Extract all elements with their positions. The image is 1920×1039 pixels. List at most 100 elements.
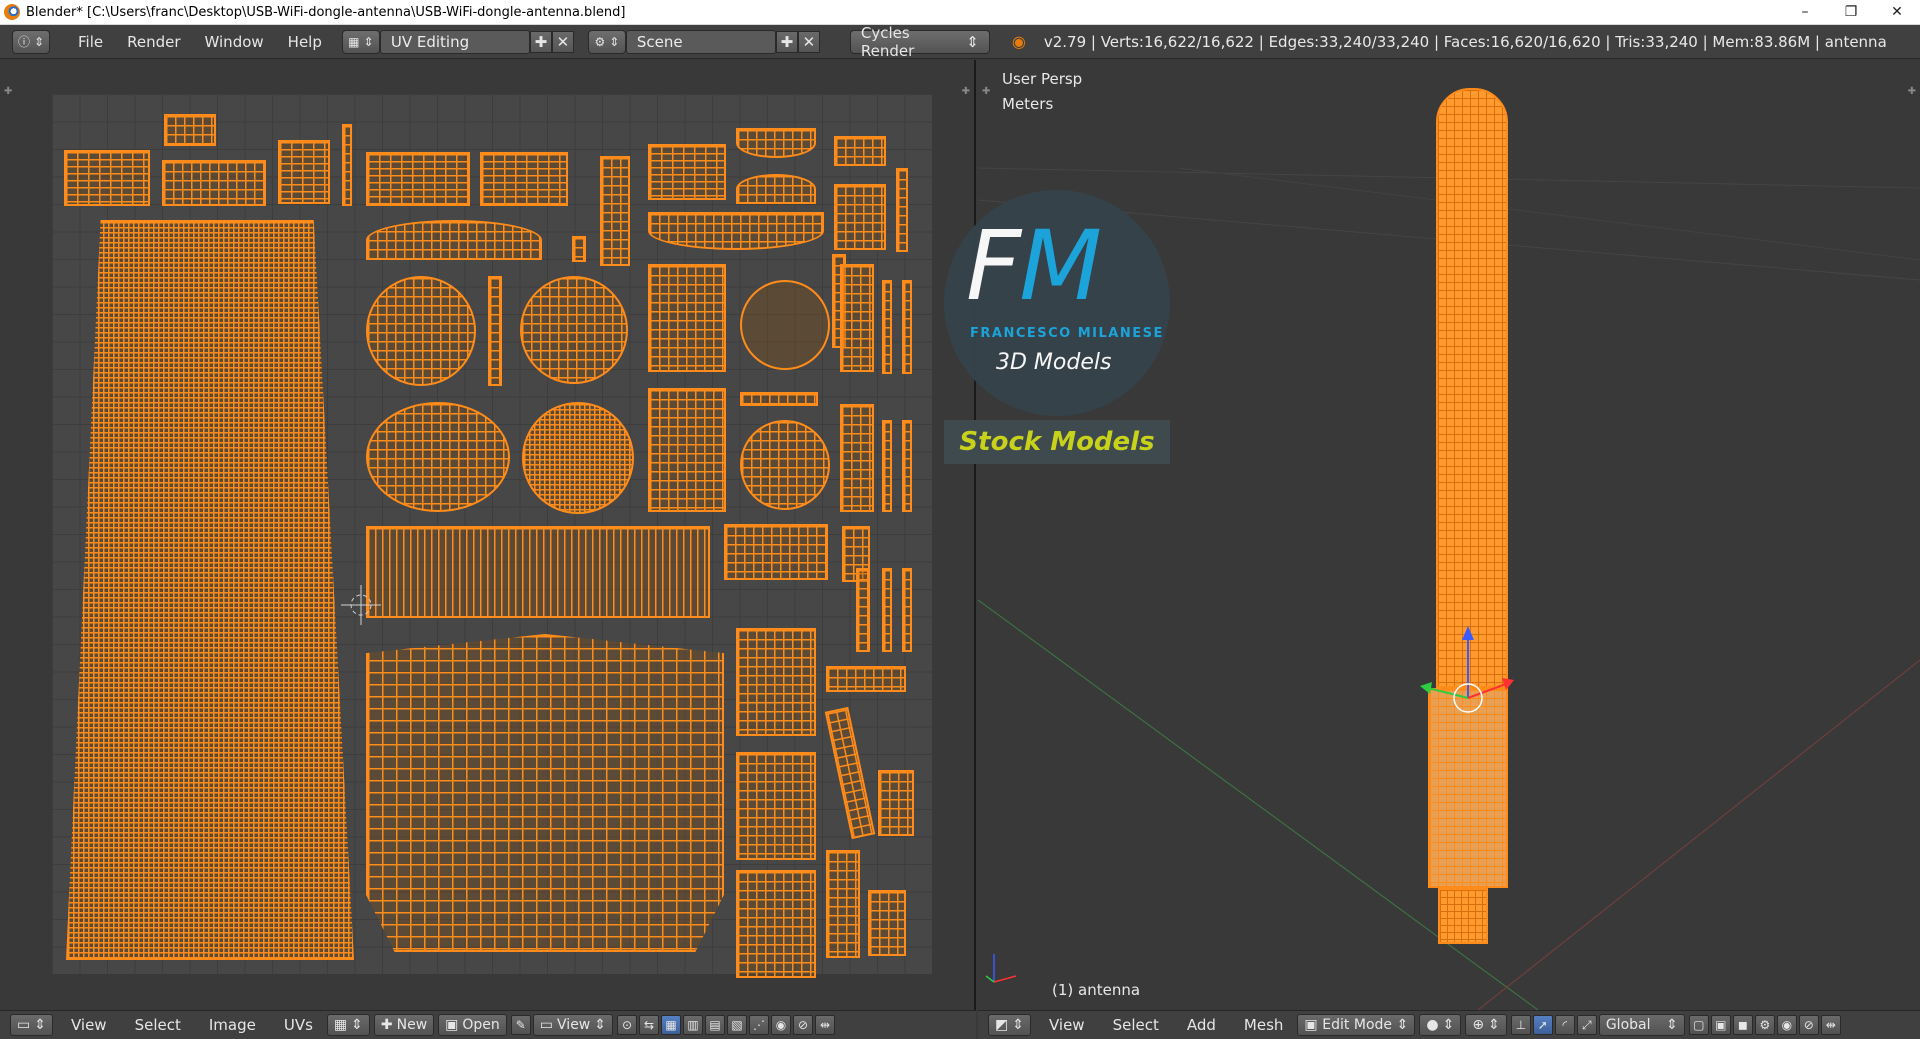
uv-menu-select[interactable]: Select — [121, 1016, 195, 1034]
vp-menu-add[interactable]: Add — [1173, 1016, 1230, 1034]
uv-island[interactable] — [64, 150, 150, 206]
scene-field[interactable]: Scene — [625, 29, 776, 54]
uv-island[interactable] — [882, 568, 892, 652]
uv-island-circle[interactable] — [522, 402, 634, 514]
scale-manipulator-icon[interactable]: ⤢ — [1576, 1015, 1597, 1035]
uv-island[interactable] — [600, 156, 630, 266]
uv-island[interactable] — [878, 770, 914, 836]
orientation-dropdown[interactable]: Global ⇕ — [1598, 1014, 1685, 1036]
uv-menu-view[interactable]: View — [57, 1016, 121, 1034]
shading-dropdown[interactable]: ● ⇕ — [1419, 1014, 1462, 1036]
view-mode-dropdown[interactable]: ▭ View ⇕ — [532, 1014, 613, 1036]
uv-island[interactable] — [164, 114, 216, 146]
uv-island[interactable] — [724, 524, 828, 580]
viewport-editor-type-button[interactable]: ◩ ⇕ — [988, 1014, 1031, 1036]
vp-menu-mesh[interactable]: Mesh — [1230, 1016, 1298, 1034]
close-button[interactable]: ✕ — [1874, 0, 1920, 25]
uv-menu-image[interactable]: Image — [195, 1016, 270, 1034]
3d-viewport[interactable]: ✚ ✚ User Persp Meters (1) antenna — [978, 60, 1920, 1010]
menu-render[interactable]: Render — [115, 33, 192, 51]
add-scene-button[interactable]: ✚ — [775, 30, 798, 53]
delete-screen-button[interactable]: ✕ — [551, 30, 574, 53]
uv-island[interactable] — [882, 420, 892, 512]
sync-selection-icon[interactable]: ⇆ — [639, 1015, 659, 1035]
uv-island-circle[interactable] — [740, 420, 830, 510]
vp-menu-select[interactable]: Select — [1099, 1016, 1173, 1034]
uv-island-wide-strip[interactable] — [366, 526, 710, 618]
screen-layout-field[interactable]: UV Editing — [379, 29, 530, 54]
uv-island[interactable] — [736, 628, 816, 736]
uv-island[interactable] — [736, 752, 816, 860]
snap-icon[interactable]: ⊘ — [793, 1015, 813, 1035]
uv-island-fan[interactable] — [366, 634, 724, 952]
uv-island[interactable] — [648, 212, 824, 250]
uv-island-circle[interactable] — [740, 280, 830, 370]
island-select-icon[interactable]: ▧ — [727, 1015, 747, 1035]
vertex-select-icon[interactable]: ▦ — [661, 1015, 681, 1035]
new-image-button[interactable]: ✚ New — [373, 1014, 435, 1036]
face-mode-icon[interactable]: ◼ — [1732, 1015, 1753, 1035]
open-image-button[interactable]: ▣ Open — [438, 1014, 507, 1036]
uv-island[interactable] — [840, 264, 874, 372]
uv-grid-canvas[interactable] — [52, 94, 932, 978]
uv-island[interactable] — [896, 168, 908, 252]
uv-island[interactable] — [648, 144, 726, 200]
snap-icon[interactable]: ⊘ — [1798, 1015, 1819, 1035]
uv-island[interactable] — [868, 890, 906, 956]
uv-island-lens[interactable] — [366, 402, 510, 512]
uv-island-large-strip[interactable] — [66, 220, 354, 960]
uv-island[interactable] — [736, 128, 816, 158]
uv-island[interactable] — [736, 870, 816, 978]
maximize-button[interactable]: ❐ — [1828, 0, 1874, 25]
uv-island-circle[interactable] — [520, 276, 628, 384]
menu-window[interactable]: Window — [193, 33, 276, 51]
uv-island[interactable] — [366, 152, 470, 206]
uv-island[interactable] — [572, 236, 586, 262]
pivot-icon[interactable]: ⊙ — [617, 1015, 637, 1035]
antenna-connector-mesh[interactable] — [1438, 888, 1488, 944]
uv-island[interactable] — [366, 220, 542, 260]
snap-target-icon[interactable]: ⇹ — [1820, 1015, 1841, 1035]
uv-menu-uvs[interactable]: UVs — [270, 1016, 327, 1034]
uv-island[interactable] — [834, 136, 886, 166]
add-screen-button[interactable]: ✚ — [529, 30, 552, 53]
toolshelf-toggle-icon[interactable]: ✚ — [4, 86, 12, 97]
sticky-mode-icon[interactable]: ⋰ — [749, 1015, 769, 1035]
render-engine-dropdown[interactable]: Cycles Render ⇕ — [849, 24, 990, 60]
info-editor-type-button[interactable]: ⓘ ⇕ — [12, 29, 50, 54]
uv-island[interactable] — [840, 404, 874, 512]
occlude-geometry-icon[interactable]: ⚙ — [1754, 1015, 1775, 1035]
face-select-icon[interactable]: ▤ — [705, 1015, 725, 1035]
uv-editor-type-button[interactable]: ▭ ⇕ — [10, 1014, 53, 1036]
vp-menu-view[interactable]: View — [1035, 1016, 1099, 1034]
uv-island[interactable] — [648, 264, 726, 372]
uv-island[interactable] — [342, 124, 352, 206]
properties-toggle-icon[interactable]: ✚ — [962, 86, 970, 97]
snap-target-icon[interactable]: ⇹ — [815, 1015, 835, 1035]
uv-island[interactable] — [826, 850, 860, 958]
uv-island[interactable] — [902, 280, 912, 374]
translate-manipulator-icon[interactable]: ➚ — [1532, 1015, 1553, 1035]
uv-island[interactable] — [162, 160, 266, 206]
layer-icon[interactable]: ▢ — [1688, 1015, 1709, 1035]
uv-image-editor[interactable]: ✚ ✚ — [0, 60, 976, 1010]
proportional-edit-icon[interactable]: ◉ — [771, 1015, 791, 1035]
uv-island[interactable] — [856, 568, 870, 652]
uv-island[interactable] — [278, 140, 330, 204]
scene-type-button[interactable]: ⚙ ⇕ — [587, 29, 626, 54]
uv-island[interactable] — [834, 184, 886, 250]
pivot-dropdown[interactable]: ⊕ ⇕ — [1465, 1014, 1507, 1036]
uv-island[interactable] — [826, 666, 906, 692]
uv-island[interactable] — [480, 152, 568, 206]
manipulator-icon[interactable]: ⊥ — [1510, 1015, 1531, 1035]
uv-island[interactable] — [736, 174, 816, 204]
uv-island[interactable] — [882, 280, 892, 374]
minimize-button[interactable]: – — [1782, 0, 1828, 25]
uv-island[interactable] — [740, 392, 818, 406]
vertex-mode-icon[interactable]: ▣ — [1710, 1015, 1731, 1035]
image-browse-button[interactable]: ▦ ⇕ — [326, 1014, 370, 1036]
edge-select-icon[interactable]: ▥ — [683, 1015, 703, 1035]
transform-gizmo-icon[interactable] — [1408, 618, 1518, 738]
antenna-mesh[interactable] — [1436, 88, 1508, 688]
uv-island-circle[interactable] — [366, 276, 476, 386]
